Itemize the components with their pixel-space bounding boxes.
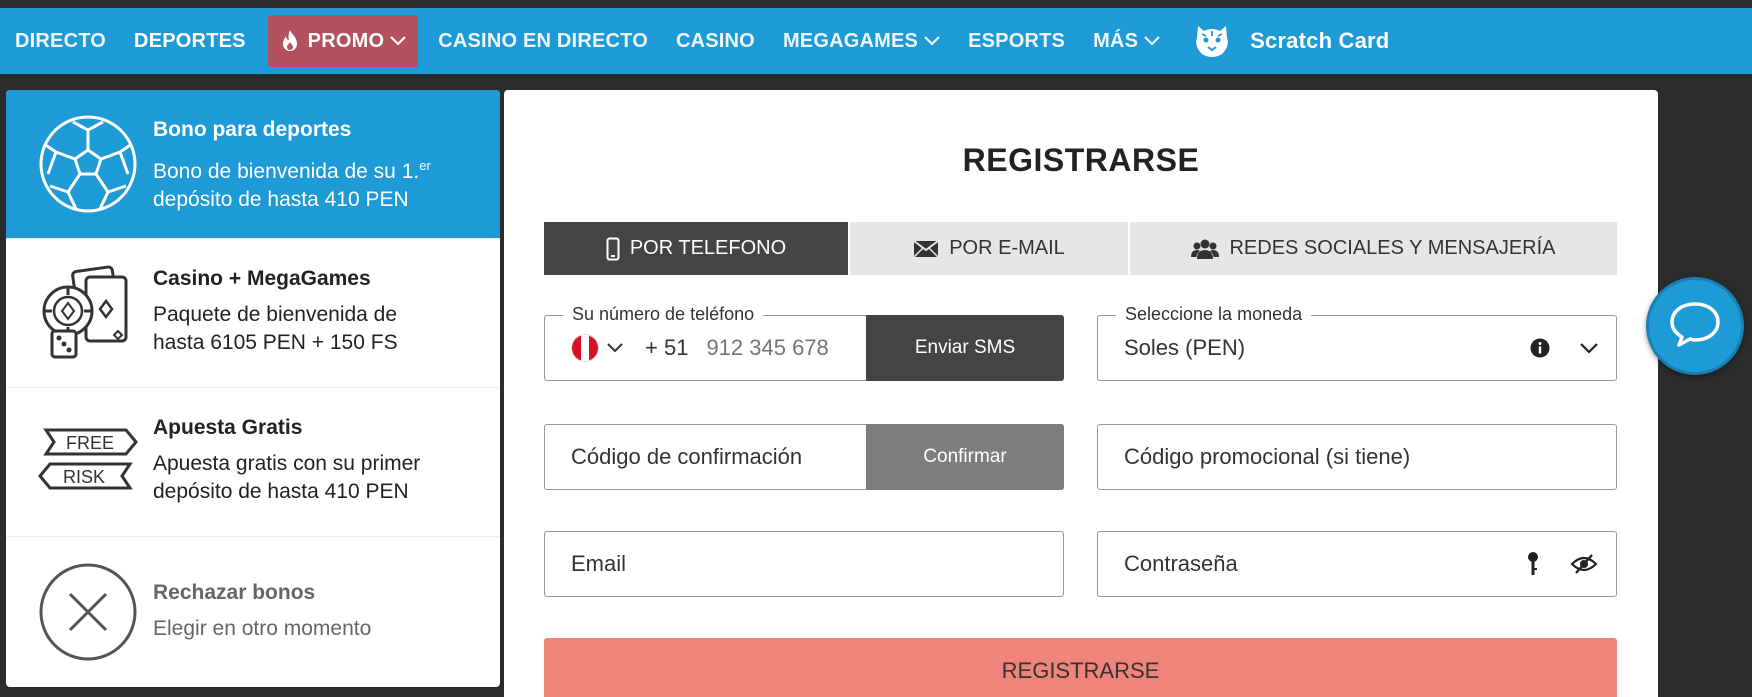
nav-label: ESPORTS	[968, 29, 1066, 52]
tab-por-email[interactable]: POR E-MAIL	[850, 222, 1130, 275]
bonus-desc-line: Bono de bienvenida de su 1.	[153, 160, 420, 183]
top-navigation: DIRECTO DEPORTES PROMO CASINO EN DIRECTO…	[0, 8, 1752, 74]
risk-text: RISK	[63, 467, 105, 487]
phone-input[interactable]	[706, 335, 857, 361]
nav-label: PROMO	[307, 29, 385, 52]
nav-label: DIRECTO	[15, 29, 107, 52]
country-code: + 51	[645, 335, 689, 360]
bonus-text: Casino + MegaGames Paquete de bienvenida…	[153, 267, 484, 357]
register-submit-button[interactable]: REGISTRARSE	[544, 638, 1617, 697]
nav-item-casino[interactable]: CASINO	[676, 30, 755, 53]
bonus-text: Rechazar bonos Elegir en otro momento	[153, 581, 484, 643]
casino-chips-cards-icon	[36, 261, 140, 365]
nav-item-mas[interactable]: MÁS	[1093, 30, 1160, 53]
scratch-card-label: Scratch Card	[1250, 28, 1390, 53]
bonus-option-apuesta-gratis[interactable]: FREE RISK Apuesta Gratis Apuesta gratis …	[6, 388, 500, 537]
peru-flag-icon[interactable]	[571, 334, 599, 362]
info-icon[interactable]	[1530, 338, 1550, 358]
bonus-title: Bono para deportes	[153, 118, 352, 141]
tab-label: POR E-MAIL	[949, 237, 1065, 259]
chat-bubble-icon	[1668, 300, 1722, 353]
eye-slash-icon[interactable]	[1570, 554, 1598, 574]
bonus-desc-line: depósito de hasta 410 PEN	[153, 480, 409, 503]
currency-icons	[1500, 316, 1598, 380]
currency-select[interactable]: Seleccione la moneda Soles (PEN)	[1097, 304, 1617, 381]
nav-item-deportes[interactable]: DEPORTES	[134, 30, 246, 53]
bonus-option-rechazar[interactable]: Rechazar bonos Elegir en otro momento	[6, 537, 500, 686]
free-risk-icon: FREE RISK	[36, 410, 140, 514]
nav-item-megagames[interactable]: MEGAGAMES	[783, 30, 940, 53]
nav-item-directo[interactable]: DIRECTO	[15, 30, 106, 53]
nav-label: CASINO EN DIRECTO	[438, 29, 648, 52]
password-field[interactable]: Contraseña	[1097, 531, 1617, 597]
phone-field[interactable]: Su número de teléfono + 51 Enviar SMS	[544, 304, 1064, 381]
tiger-head-icon	[1192, 22, 1232, 60]
bonus-text: Bono para deportes Bono de bienvenida de…	[153, 118, 484, 214]
tab-label: POR TELEFONO	[629, 237, 787, 259]
chevron-down-icon	[390, 36, 407, 46]
bonus-selection-panel: Bono para deportes Bono de bienvenida de…	[6, 90, 500, 687]
bonus-text: Apuesta Gratis Apuesta gratis con su pri…	[153, 416, 484, 506]
chevron-down-icon[interactable]	[607, 343, 623, 353]
register-panel: REGISTRARSE POR TELEFONO POR E-MAIL REDE…	[504, 90, 1658, 697]
top-strip	[0, 0, 1752, 8]
chevron-down-icon[interactable]	[1580, 342, 1598, 354]
bonus-title: Rechazar bonos	[153, 581, 316, 604]
chat-button[interactable]	[1646, 277, 1744, 375]
envelope-icon	[913, 239, 939, 258]
email-placeholder: Email	[571, 551, 627, 576]
chevron-down-icon	[1144, 36, 1160, 46]
register-title: REGISTRARSE	[962, 142, 1200, 178]
bonus-desc-line: Apuesta gratis con su primer	[153, 452, 421, 475]
bonus-description: Elegir en otro momento	[153, 617, 372, 640]
phone-icon	[606, 237, 620, 261]
tab-label: REDES SOCIALES Y MENSAJERÍA	[1229, 237, 1556, 259]
nav-label: MÁS	[1093, 29, 1139, 52]
promo-code-field[interactable]: Código promocional (si tiene)	[1097, 424, 1617, 490]
password-placeholder: Contraseña	[1124, 551, 1238, 576]
bonus-description: Apuesta gratis con su primer depósito de …	[153, 450, 484, 506]
bonus-desc-line: hasta 6105 PEN + 150 FS	[153, 331, 398, 354]
nav-item-casino-en-directo[interactable]: CASINO EN DIRECTO	[438, 30, 648, 53]
tab-redes-sociales[interactable]: REDES SOCIALES Y MENSAJERÍA	[1130, 222, 1617, 275]
nav-item-scratch-card[interactable]: Scratch Card	[1192, 22, 1389, 60]
confirmation-code-placeholder: Código de confirmación	[571, 444, 803, 469]
bonus-option-casino[interactable]: Casino + MegaGames Paquete de bienvenida…	[6, 239, 500, 388]
users-icon	[1191, 238, 1220, 260]
tab-por-telefono[interactable]: POR TELEFONO	[544, 222, 850, 275]
nav-label: DEPORTES	[134, 29, 246, 52]
nav-label: CASINO	[675, 29, 755, 52]
nav-item-promo[interactable]: PROMO	[267, 15, 419, 67]
bonus-description: Bono de bienvenida de su 1.er depósito de…	[153, 152, 484, 214]
bonus-option-deportes[interactable]: Bono para deportes Bono de bienvenida de…	[6, 90, 500, 239]
confirmation-code-field[interactable]: Código de confirmación Confirmar	[544, 424, 1064, 490]
chevron-down-icon	[924, 36, 940, 46]
ordinal-sup: er	[419, 158, 431, 173]
key-icon[interactable]	[1526, 551, 1540, 577]
bonus-desc-line: depósito de hasta 410 PEN	[153, 188, 409, 211]
currency-legend: Seleccione la moneda	[1116, 304, 1312, 325]
register-method-tabs: POR TELEFONO POR E-MAIL REDES SOCIALES Y…	[544, 222, 1617, 275]
password-icons	[1496, 532, 1598, 596]
bonus-description: Paquete de bienvenida de hasta 6105 PEN +…	[153, 301, 484, 357]
promo-code-placeholder: Código promocional (si tiene)	[1124, 444, 1411, 469]
confirm-button[interactable]: Confirmar	[866, 424, 1064, 490]
send-sms-button[interactable]: Enviar SMS	[866, 315, 1064, 381]
bonus-desc-line: Paquete de bienvenida de	[153, 303, 398, 326]
free-text: FREE	[66, 433, 114, 453]
soccer-ball-icon	[36, 112, 140, 216]
currency-value: Soles (PEN)	[1124, 335, 1246, 360]
bonus-title: Casino + MegaGames	[153, 267, 371, 290]
nav-label: MEGAGAMES	[782, 29, 919, 52]
email-field[interactable]: Email	[544, 531, 1064, 597]
nav-item-esports[interactable]: ESPORTS	[968, 30, 1065, 53]
flame-icon	[280, 29, 300, 53]
reject-x-icon	[36, 560, 140, 664]
phone-legend: Su número de teléfono	[563, 304, 764, 325]
bonus-title: Apuesta Gratis	[153, 416, 303, 439]
